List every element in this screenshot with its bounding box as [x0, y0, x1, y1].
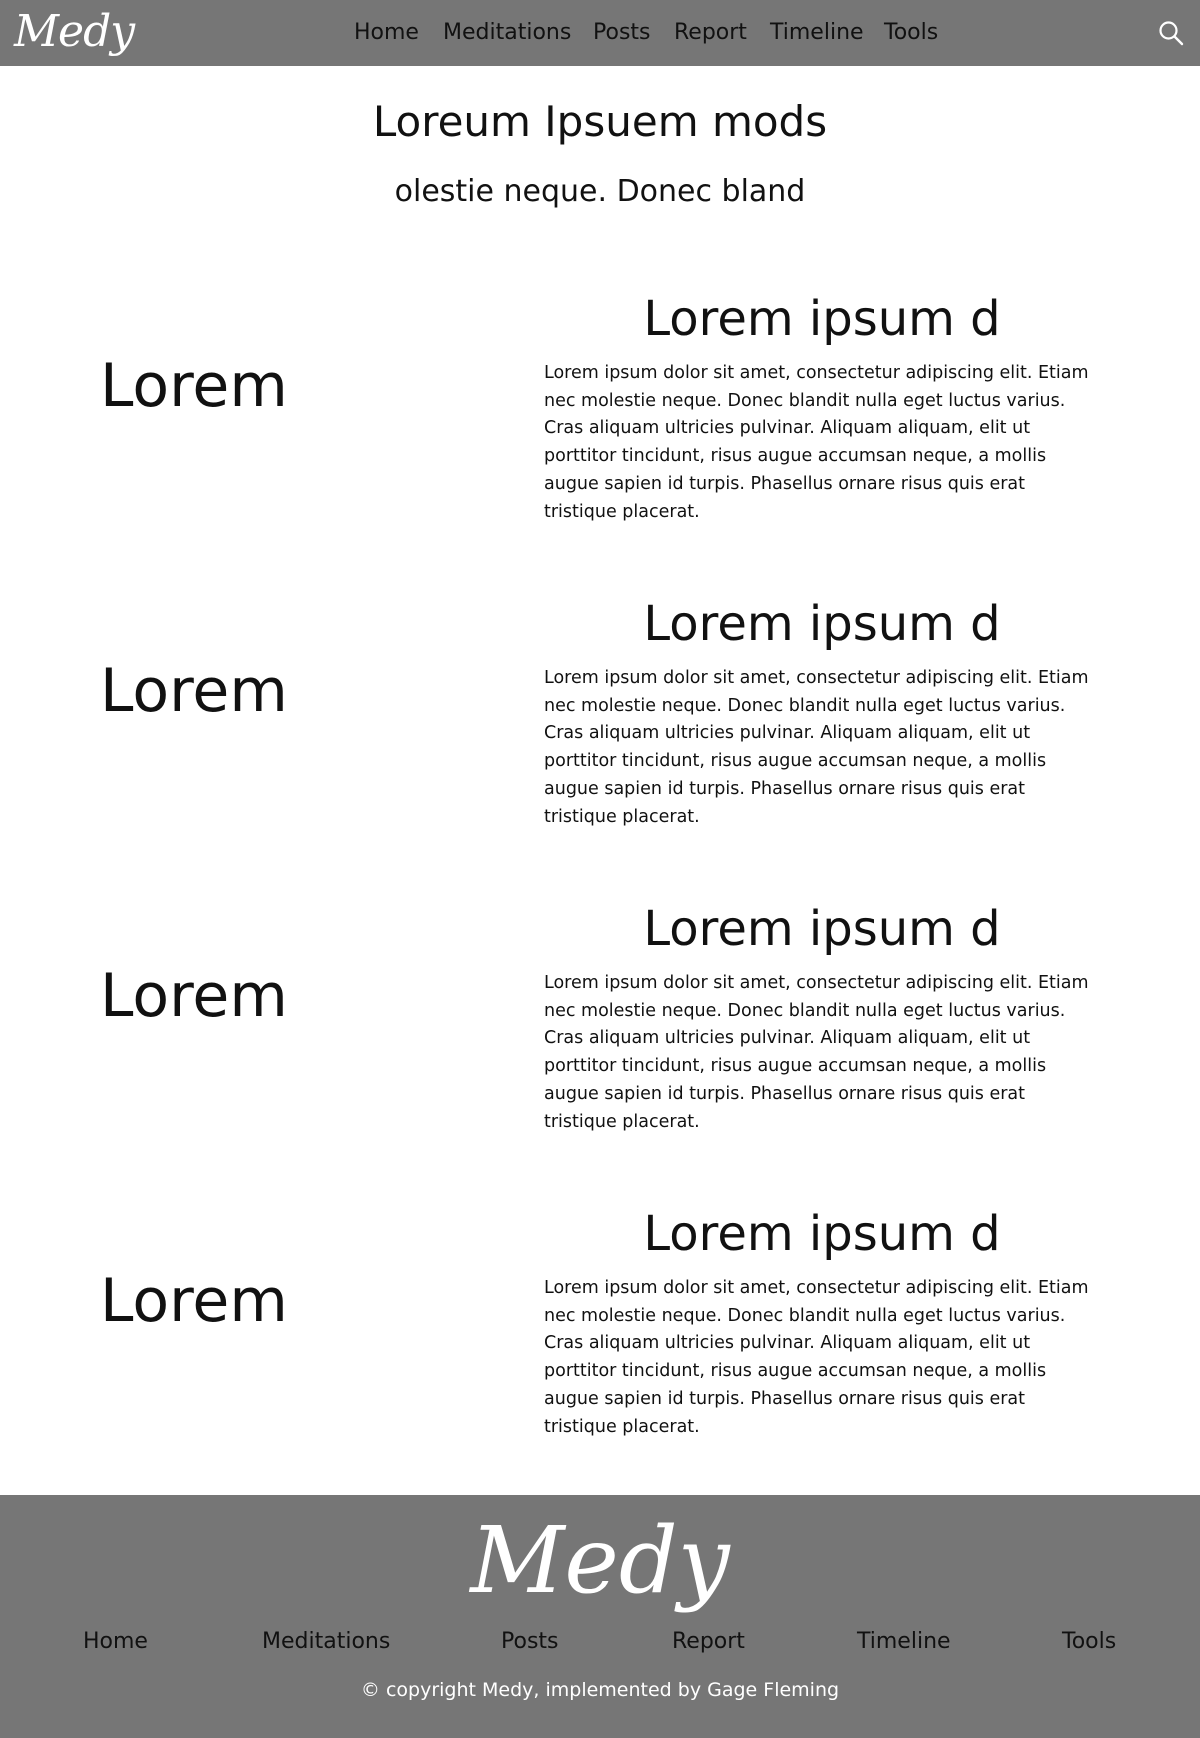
row-body: Lorem ipsum dolor sit amet, consectetur …	[544, 363, 1089, 522]
content-row: Lorem Lorem ipsum d Lorem ipsum dolor si…	[0, 573, 1200, 878]
row-heading: Lorem ipsum d	[643, 1206, 1001, 1262]
row-label: Lorem	[100, 351, 288, 421]
row-heading: Lorem ipsum d	[643, 901, 1001, 957]
nav-posts[interactable]: Posts	[593, 19, 651, 47]
content-row: Lorem Lorem ipsum d Lorem ipsum dolor si…	[0, 1183, 1200, 1488]
row-label: Lorem	[100, 961, 288, 1031]
footer-nav-tools[interactable]: Tools	[1062, 1628, 1116, 1656]
site-logo[interactable]: Medy	[14, 2, 135, 62]
row-heading: Lorem ipsum d	[643, 596, 1001, 652]
row-heading: Lorem ipsum d	[643, 291, 1001, 347]
page-subtitle: olestie neque. Donec bland	[394, 174, 806, 209]
top-navbar: Medy Home Meditations Posts Report Timel…	[0, 0, 1200, 66]
nav-home[interactable]: Home	[354, 19, 419, 47]
content-row: Lorem Lorem ipsum d Lorem ipsum dolor si…	[0, 878, 1200, 1183]
page-title: Loreum Ipsuem mods	[372, 97, 828, 146]
nav-report[interactable]: Report	[674, 19, 747, 47]
row-body: Lorem ipsum dolor sit amet, consectetur …	[544, 973, 1089, 1132]
row-body: Lorem ipsum dolor sit amet, consectetur …	[544, 668, 1089, 827]
footer-logo[interactable]: Medy	[0, 1503, 1200, 1619]
nav-tools[interactable]: Tools	[884, 19, 938, 47]
footer-nav-report[interactable]: Report	[672, 1628, 745, 1656]
row-body: Lorem ipsum dolor sit amet, consectetur …	[544, 1278, 1089, 1437]
row-label: Lorem	[100, 1266, 288, 1336]
footer-nav-timeline[interactable]: Timeline	[857, 1628, 951, 1656]
content-row: Lorem Lorem ipsum d Lorem ipsum dolor si…	[0, 268, 1200, 573]
search-icon[interactable]	[1158, 20, 1184, 46]
footer-nav-meditations[interactable]: Meditations	[262, 1628, 390, 1656]
footer-nav-posts[interactable]: Posts	[501, 1628, 559, 1656]
site-footer: Medy Home Meditations Posts Report Timel…	[0, 1495, 1200, 1738]
row-label: Lorem	[100, 656, 288, 726]
footer-nav-home[interactable]: Home	[83, 1628, 148, 1656]
nav-timeline[interactable]: Timeline	[770, 19, 864, 47]
nav-meditations[interactable]: Meditations	[443, 19, 571, 47]
copyright-text: © copyright Medy, implemented by Gage Fl…	[360, 1679, 840, 1701]
